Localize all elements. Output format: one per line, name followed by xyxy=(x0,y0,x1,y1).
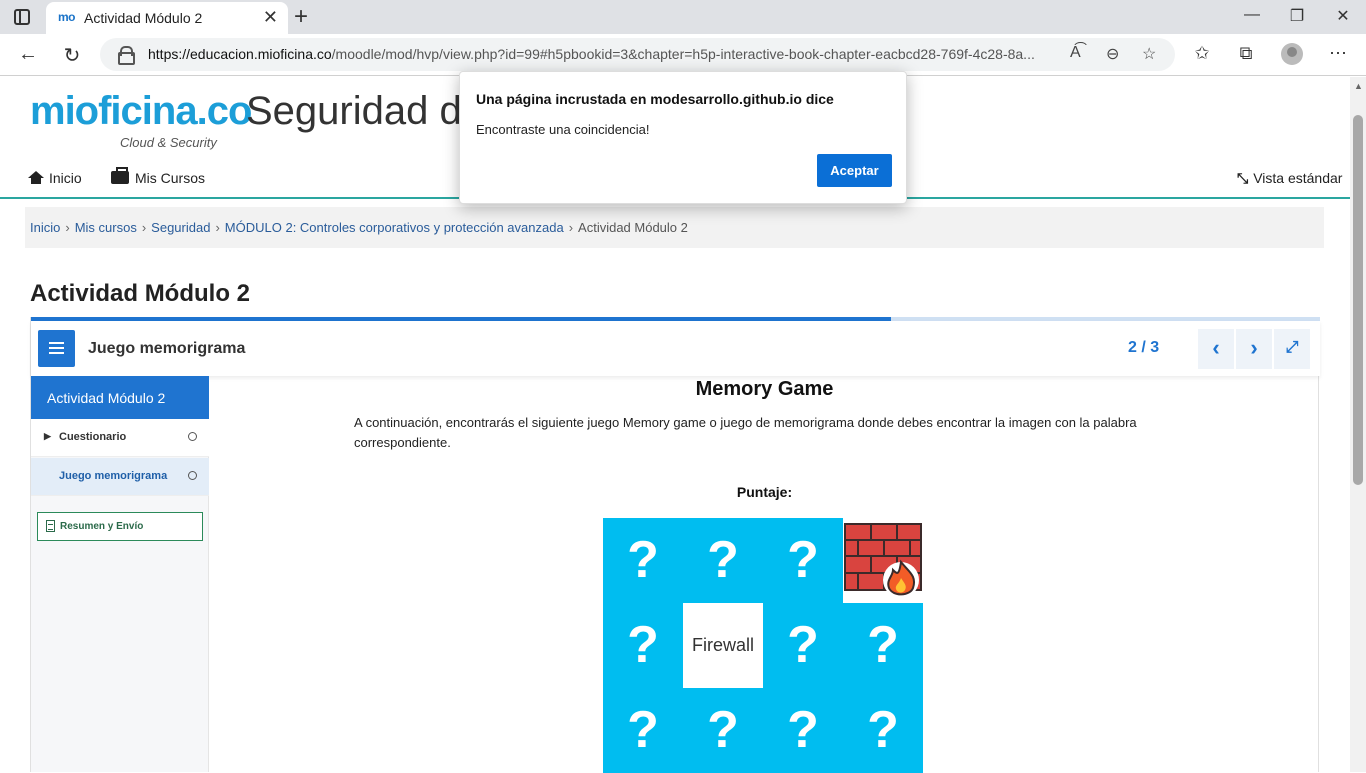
scroll-up-icon[interactable]: ▲ xyxy=(1354,81,1363,91)
sidebar-title[interactable]: Actividad Módulo 2 xyxy=(31,376,209,419)
breadcrumb-current: Actividad Módulo 2 xyxy=(578,220,688,235)
status-circle-icon xyxy=(188,432,197,441)
score-label: Puntaje: xyxy=(736,484,793,500)
book-sidebar: Actividad Módulo 2 ▶ Cuestionario Juego … xyxy=(31,376,209,772)
tab-actions-icon[interactable] xyxy=(14,9,30,25)
breadcrumb-course[interactable]: Seguridad xyxy=(151,220,210,235)
nav-standard-view[interactable]: ⤡ Vista estándar xyxy=(1237,170,1342,187)
url-text: https://educacion.mioficina.co/moodle/mo… xyxy=(148,46,1035,62)
breadcrumb-home[interactable]: Inicio xyxy=(30,220,60,235)
more-icon[interactable]: ⋯ xyxy=(1325,43,1351,64)
page-scrollbar[interactable]: ▲ xyxy=(1350,77,1366,772)
breadcrumb: Inicio › Mis cursos › Seguridad › MÓDULO 2: Co… xyxy=(25,207,1324,248)
dialog-title: Una página incrustada en modesarrollo.gi… xyxy=(476,91,834,107)
memory-card-firewall-word[interactable]: Firewall xyxy=(683,603,763,688)
chevron-right-icon: › xyxy=(141,220,147,235)
logo-text: mioficina.co xyxy=(30,89,252,133)
memory-card-hidden[interactable]: ? xyxy=(763,688,843,773)
status-circle-icon xyxy=(188,471,197,480)
summary-submit-button[interactable]: Resumen y Envío xyxy=(37,512,203,541)
close-tab-icon[interactable]: ✕ xyxy=(263,7,278,28)
briefcase-icon xyxy=(111,167,129,184)
memory-card-hidden[interactable]: ? xyxy=(843,688,923,773)
memory-card-hidden[interactable]: ? xyxy=(683,688,763,773)
favorites-icon[interactable]: ✩ xyxy=(1189,43,1215,64)
chevron-right-icon: › xyxy=(568,220,574,235)
fullscreen-button[interactable]: ⤢ xyxy=(1274,329,1310,369)
fullscreen-icon: ⤢ xyxy=(1285,339,1299,356)
breadcrumb-module[interactable]: MÓDULO 2: Controles corporativos y prote… xyxy=(225,220,564,235)
favicon-icon: mo xyxy=(58,10,76,24)
new-tab-icon[interactable]: + xyxy=(294,3,308,31)
game-title: Memory Game xyxy=(695,378,834,400)
profile-avatar-icon[interactable] xyxy=(1281,43,1303,65)
memory-card-hidden[interactable]: ? xyxy=(603,603,683,688)
memory-card-hidden[interactable]: ? xyxy=(843,603,923,688)
compress-icon: ⤡ xyxy=(1237,170,1249,186)
chevron-left-icon: ‹ xyxy=(1212,335,1220,360)
next-page-button[interactable]: › xyxy=(1236,329,1272,369)
memory-card-hidden[interactable]: ? xyxy=(763,603,843,688)
breadcrumb-my-courses[interactable]: Mis cursos xyxy=(75,220,137,235)
scrollbar-thumb[interactable] xyxy=(1353,115,1363,485)
address-bar: ← ↻ https://educacion.mioficina.co/moodl… xyxy=(0,34,1366,76)
caret-right-icon: ▶ xyxy=(44,431,51,441)
page-counter: 2 / 3 xyxy=(1128,339,1160,356)
close-window-icon[interactable]: ✕ xyxy=(1328,6,1358,26)
minimize-icon[interactable]: — xyxy=(1237,6,1267,24)
memory-card-firewall-image[interactable] xyxy=(843,518,923,603)
document-icon xyxy=(46,520,55,532)
memory-card-hidden[interactable]: ? xyxy=(683,518,763,603)
chevron-right-icon: › xyxy=(1250,335,1258,360)
memory-card-hidden[interactable]: ? xyxy=(763,518,843,603)
browser-tab[interactable]: mo Actividad Módulo 2 ✕ xyxy=(46,2,288,34)
zoom-icon[interactable]: ⊖ xyxy=(1106,44,1119,64)
firewall-icon xyxy=(844,523,922,598)
dialog-message: Encontraste una coincidencia! xyxy=(476,122,650,137)
accept-button[interactable]: Aceptar xyxy=(817,154,892,187)
page-title: Actividad Módulo 2 xyxy=(30,280,251,307)
add-favorite-icon[interactable]: ☆ xyxy=(1142,44,1156,64)
collections-icon[interactable]: ⧉ xyxy=(1233,43,1259,64)
reload-icon[interactable]: ↻ xyxy=(60,43,84,68)
sidebar-item-cuestionario[interactable]: ▶ Cuestionario xyxy=(31,419,209,457)
chapter-title: Juego memorigrama xyxy=(88,340,246,357)
nav-home[interactable]: Inicio xyxy=(28,170,82,186)
chevron-right-icon: › xyxy=(65,220,70,235)
read-aloud-icon[interactable]: A͡ xyxy=(1070,44,1081,62)
home-icon xyxy=(28,171,44,184)
url-field[interactable]: https://educacion.mioficina.co/moodle/mo… xyxy=(100,38,1175,71)
tab-title: Actividad Módulo 2 xyxy=(84,10,203,26)
restore-icon[interactable]: ❐ xyxy=(1282,6,1312,26)
site-title: Seguridad de xyxy=(246,89,484,133)
nav-my-courses[interactable]: Mis Cursos xyxy=(111,167,205,186)
menu-toggle-button[interactable] xyxy=(38,330,75,367)
lock-icon[interactable] xyxy=(118,46,135,65)
alert-dialog: Una página incrustada en modesarrollo.gi… xyxy=(459,71,907,204)
site-logo[interactable]: mioficina.co Cloud & Security xyxy=(30,83,252,153)
back-icon[interactable]: ← xyxy=(16,43,40,66)
sidebar-item-juego-memorigrama[interactable]: Juego memorigrama xyxy=(31,458,209,496)
book-header: Juego memorigrama 2 / 3 ‹ › ⤢ xyxy=(31,321,1320,376)
memory-grid: ? ? ? ? Firewall ? ? ? ? ? ? xyxy=(603,518,923,773)
previous-page-button[interactable]: ‹ xyxy=(1198,329,1234,369)
game-description: A continuación, encontrarás el siguiente… xyxy=(354,415,1137,450)
memory-card-hidden[interactable]: ? xyxy=(603,688,683,773)
chevron-right-icon: › xyxy=(215,220,220,235)
logo-tagline: Cloud & Security xyxy=(120,135,217,150)
browser-tab-bar: mo Actividad Módulo 2 ✕ + — ❐ ✕ xyxy=(0,0,1366,34)
memory-card-hidden[interactable]: ? xyxy=(603,518,683,603)
